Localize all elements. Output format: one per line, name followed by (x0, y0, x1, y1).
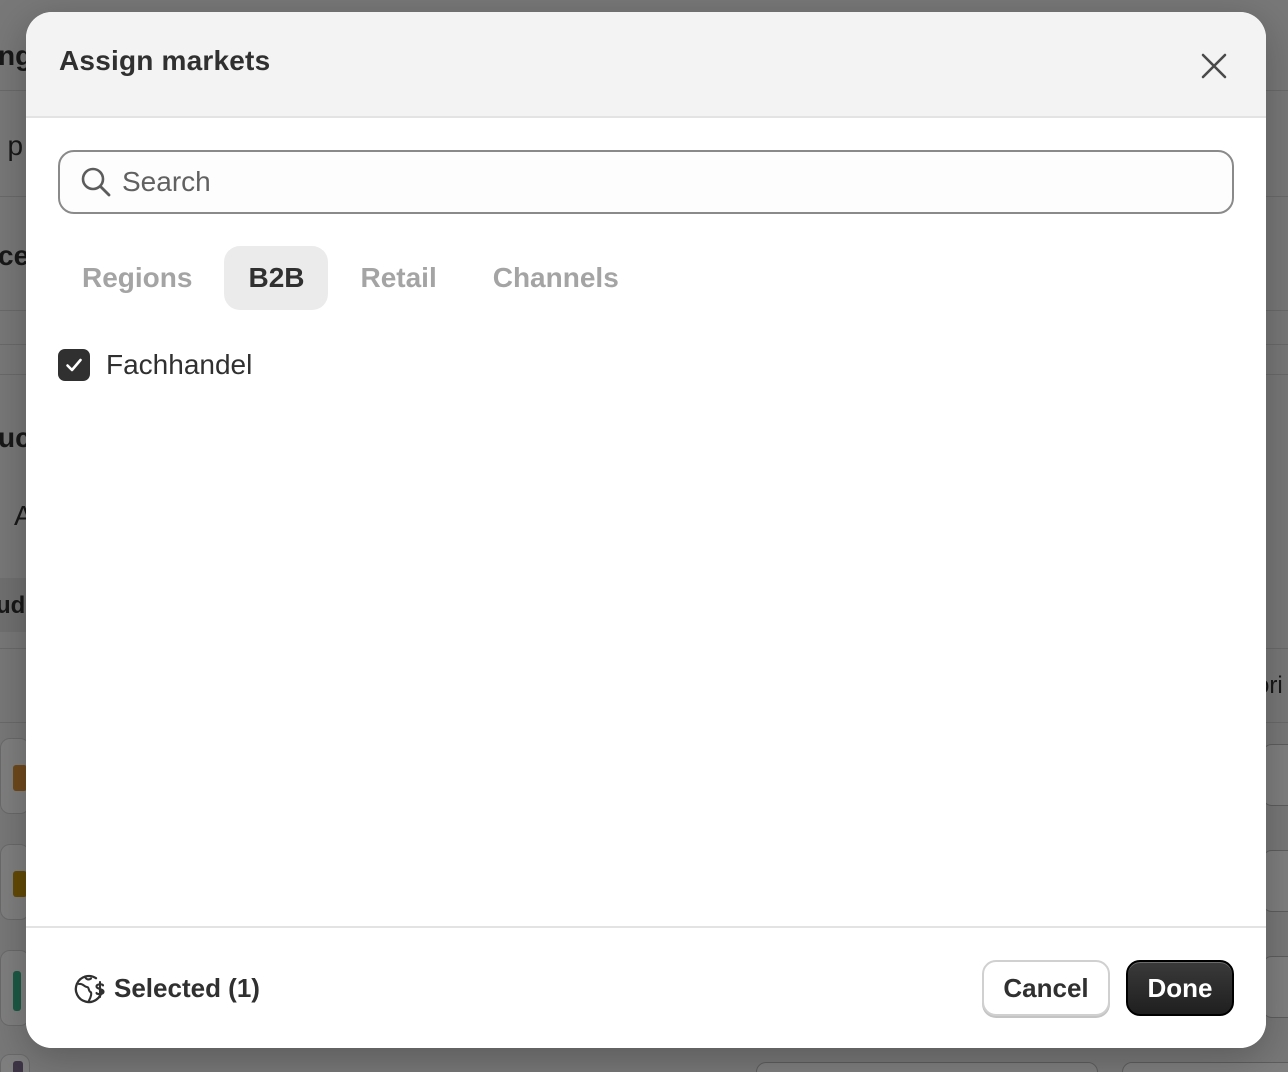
search-input[interactable] (122, 152, 1212, 212)
tab-channels[interactable]: Channels (469, 246, 643, 310)
checkbox[interactable] (58, 349, 90, 381)
modal-title: Assign markets (59, 45, 271, 76)
modal-header: Assign markets (26, 12, 1266, 118)
market-list: Fachhandel (58, 348, 252, 382)
selected-count-label: Selected (1) (114, 972, 260, 1003)
close-button[interactable] (1194, 46, 1234, 86)
list-item-label: Fachhandel (106, 349, 253, 380)
cancel-button[interactable]: Cancel (982, 960, 1110, 1016)
globe-currency-icon (74, 974, 105, 1004)
assign-markets-modal: Assign markets Regions B2B Retail Channe… (26, 12, 1266, 1048)
modal-footer: Selected (1) Cancel Done (26, 926, 1266, 1048)
selected-count-button[interactable]: Selected (1) (74, 972, 260, 1004)
tab-b2b[interactable]: B2B (224, 246, 329, 310)
list-item-fachhandel[interactable]: Fachhandel (58, 348, 252, 382)
search-field[interactable] (58, 150, 1234, 214)
tab-retail[interactable]: Retail (336, 246, 460, 310)
search-icon (81, 167, 111, 197)
close-icon (1201, 53, 1227, 79)
checkmark-icon (66, 358, 82, 372)
tab-regions[interactable]: Regions (58, 246, 216, 310)
done-button[interactable]: Done (1126, 960, 1234, 1016)
market-type-tabs: Regions B2B Retail Channels (58, 246, 651, 310)
